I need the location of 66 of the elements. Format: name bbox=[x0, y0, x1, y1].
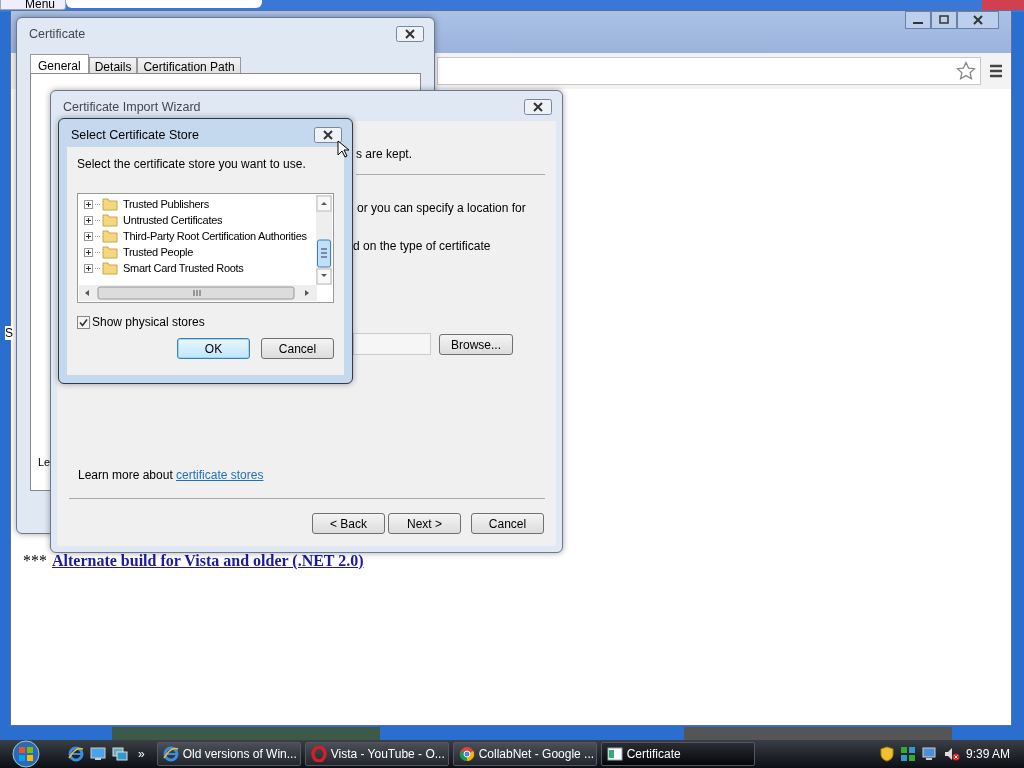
close-icon[interactable] bbox=[524, 99, 552, 115]
dialog-title: Select Certificate Store bbox=[71, 128, 199, 142]
window-title: Certificate Import Wizard bbox=[63, 100, 201, 114]
maximize-icon[interactable] bbox=[931, 11, 957, 29]
minimize-icon[interactable] bbox=[905, 11, 931, 29]
checkbox-label: Show physical stores bbox=[92, 315, 205, 329]
folder-icon bbox=[102, 197, 118, 211]
taskbar-button[interactable]: Certificate bbox=[600, 742, 755, 766]
folder-icon bbox=[102, 229, 118, 243]
muted-speaker-icon[interactable] bbox=[943, 746, 960, 762]
certificate-stores-link[interactable]: certificate stores bbox=[176, 468, 264, 482]
overflow-chevron[interactable]: » bbox=[138, 747, 145, 761]
taskbar-button[interactable]: Old versions of Win... bbox=[156, 742, 301, 766]
back-button[interactable]: < Back bbox=[312, 513, 385, 534]
close-icon[interactable] bbox=[957, 11, 999, 29]
window-icon bbox=[606, 746, 623, 762]
close-icon[interactable] bbox=[314, 127, 342, 143]
ring-icon bbox=[310, 746, 327, 762]
expand-icon[interactable] bbox=[84, 263, 93, 273]
ball-icon bbox=[458, 746, 475, 762]
e-icon bbox=[162, 746, 179, 762]
windows-switch-icon[interactable] bbox=[112, 747, 128, 761]
next-button[interactable]: Next > bbox=[388, 513, 461, 534]
store-item[interactable]: Smart Card Trusted Roots bbox=[120, 262, 244, 274]
expand-icon[interactable] bbox=[84, 231, 93, 241]
wizard-text: s are kept. bbox=[356, 147, 413, 161]
page-text: *** bbox=[23, 552, 47, 570]
learn-more-text: Learn more about certificate stores bbox=[78, 468, 264, 482]
store-tree[interactable]: Trusted Publishers Untrusted Certificates Third-Party Root Certification Authorities Trusted People Smart Card Trusted Roots bbox=[77, 193, 334, 303]
folder-icon bbox=[102, 213, 118, 227]
desktop-icon[interactable] bbox=[90, 747, 106, 761]
store-item[interactable]: Third-Party Root Certification Authorities bbox=[120, 230, 307, 242]
wizard-text: d on the type of certificate bbox=[353, 239, 491, 253]
folder-icon bbox=[102, 245, 118, 259]
browse-button[interactable]: Browse... bbox=[439, 334, 513, 355]
e-icon[interactable] bbox=[68, 746, 84, 762]
expand-icon[interactable] bbox=[84, 215, 93, 225]
store-item[interactable]: Trusted People bbox=[120, 246, 193, 258]
network-grid-icon[interactable] bbox=[899, 746, 916, 762]
menu-button[interactable]: Menu bbox=[0, 0, 67, 10]
clock[interactable]: 9:39 AM bbox=[965, 747, 1010, 761]
menu-icon[interactable] bbox=[989, 64, 1003, 78]
store-item[interactable]: Untrusted Certificates bbox=[120, 214, 223, 226]
shield-icon[interactable] bbox=[879, 746, 894, 762]
download-link[interactable]: Alternate build for Vista and older (.NET 2.0) bbox=[52, 552, 364, 570]
input-field[interactable] bbox=[353, 333, 431, 355]
checkbox[interactable] bbox=[77, 315, 90, 329]
computer-icon[interactable] bbox=[921, 746, 938, 762]
expand-icon[interactable] bbox=[84, 199, 93, 209]
window-title: Certificate bbox=[29, 27, 86, 41]
panel-text: Le bbox=[38, 456, 51, 468]
cursor-icon bbox=[337, 140, 349, 158]
ok-button[interactable]: OK bbox=[177, 338, 250, 359]
folder-icon bbox=[102, 261, 118, 275]
cancel-button[interactable]: Cancel bbox=[471, 513, 544, 534]
page-text: S bbox=[5, 326, 13, 340]
taskbar-button[interactable]: Vista - YouTube - O... bbox=[304, 742, 449, 766]
cancel-button[interactable]: Cancel bbox=[261, 338, 334, 359]
taskbar-button[interactable]: CollabNet - Google ... bbox=[452, 742, 597, 766]
star-icon[interactable] bbox=[956, 61, 976, 81]
wizard-text: or you can specify a location for bbox=[357, 201, 526, 215]
store-item[interactable]: Trusted Publishers bbox=[120, 198, 209, 210]
instruction-text: Select the certificate store you want to use. bbox=[77, 157, 307, 171]
vertical-scrollbar[interactable] bbox=[316, 195, 332, 285]
close-icon[interactable] bbox=[396, 26, 424, 42]
expand-icon[interactable] bbox=[84, 247, 93, 257]
